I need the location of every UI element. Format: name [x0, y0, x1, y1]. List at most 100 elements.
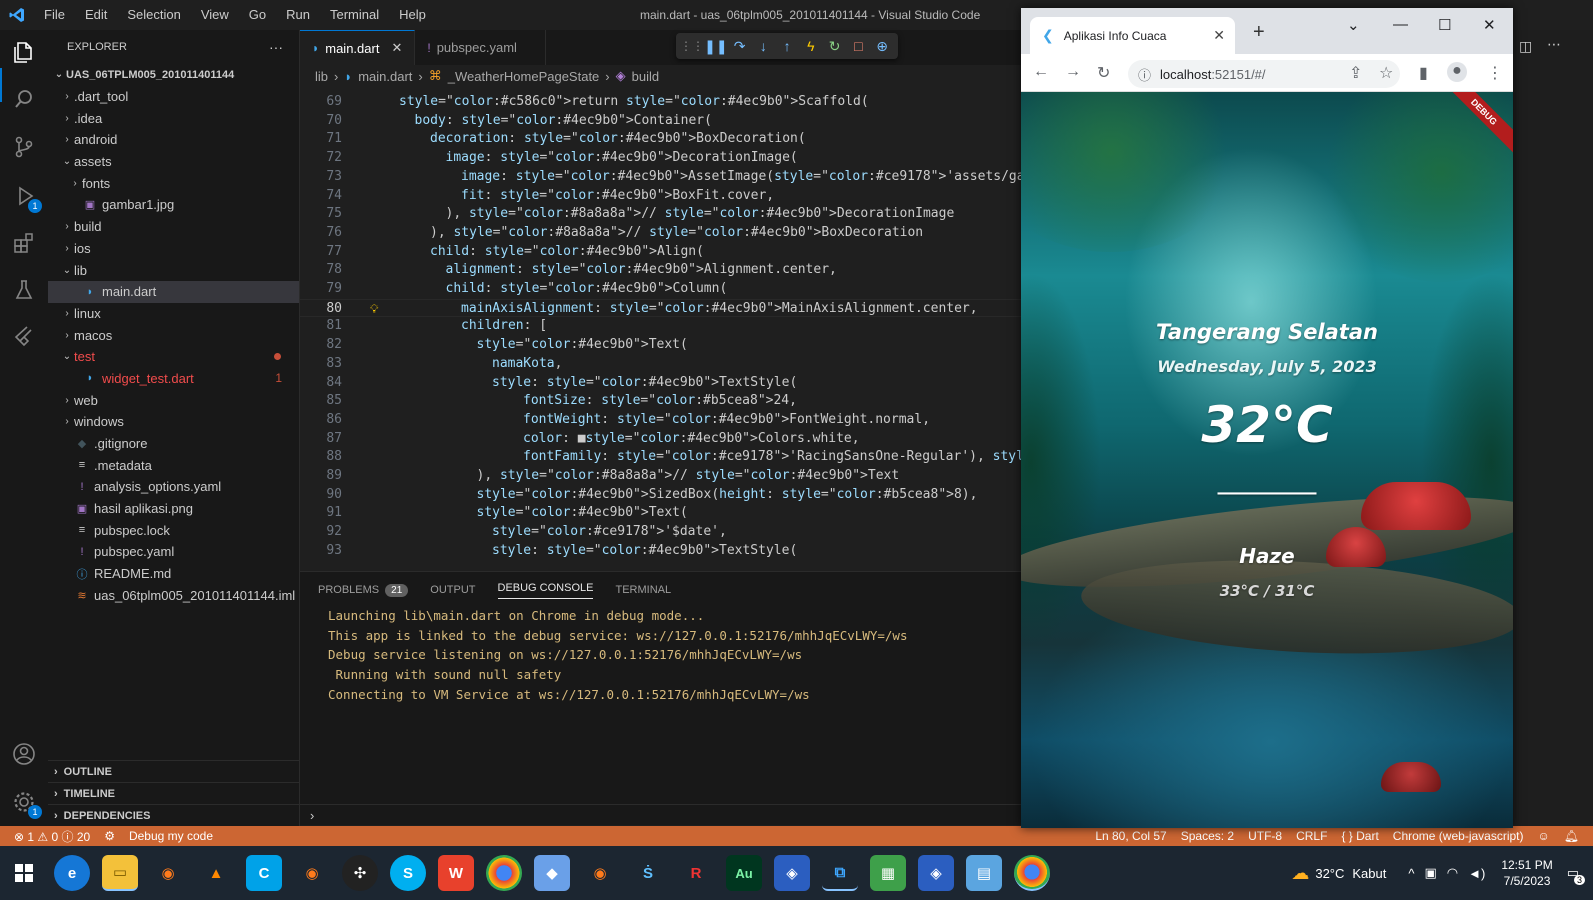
- code-line[interactable]: 75), style="color:#8a8a8a">// style="col…: [300, 205, 1022, 224]
- lightbulb-icon[interactable]: 💡︎: [370, 300, 378, 319]
- restart-icon[interactable]: ↻: [823, 38, 847, 55]
- search-icon[interactable]: [10, 85, 38, 113]
- tree-folder[interactable]: ⌄ test: [48, 346, 299, 368]
- tree-folder[interactable]: ⌄ assets: [48, 151, 299, 173]
- code-line[interactable]: 81 children: [: [300, 317, 1022, 336]
- code-line[interactable]: 87 color: ■style="color:#4ec9b0">Colors.w…: [300, 430, 1022, 449]
- editor-more-icon[interactable]: ⋯: [1547, 36, 1561, 53]
- close-tab-icon[interactable]: ✕: [391, 40, 402, 56]
- language-mode[interactable]: { } Dart: [1341, 829, 1378, 843]
- pause-icon[interactable]: ❚❚: [704, 38, 728, 55]
- step-into-icon[interactable]: ↓: [752, 38, 776, 54]
- step-over-icon[interactable]: ↷: [728, 38, 752, 55]
- volume-icon[interactable]: ◄): [1468, 866, 1485, 881]
- reload-icon[interactable]: ↻: [1097, 63, 1110, 83]
- devtools-icon[interactable]: ⊕: [870, 38, 894, 55]
- code-line[interactable]: 76), style="color:#8a8a8a">// style="col…: [300, 224, 1022, 243]
- tab-search-icon[interactable]: ⌄: [1347, 16, 1360, 34]
- file-explorer-icon[interactable]: ▭: [102, 855, 138, 891]
- tree-folder[interactable]: › .dart_tool: [48, 86, 299, 108]
- weather-sun-icon[interactable]: ☁: [1291, 863, 1309, 884]
- source-control-icon[interactable]: [10, 133, 38, 161]
- extensions-icon[interactable]: [10, 229, 38, 257]
- code-line[interactable]: 71 decoration: style="color:#4ec9b0">BoxD…: [300, 130, 1022, 149]
- panel-tab-output[interactable]: OUTPUT: [430, 584, 475, 596]
- close-tab-icon[interactable]: ✕: [1213, 27, 1225, 44]
- menu-view[interactable]: View: [191, 0, 239, 30]
- debug-console-input[interactable]: ›: [300, 804, 1022, 826]
- chrome-icon[interactable]: [486, 855, 522, 891]
- tree-file[interactable]: ◗ main.dart: [48, 280, 299, 303]
- site-info-icon[interactable]: ⓘ: [1138, 65, 1151, 84]
- maximize-button[interactable]: ☐: [1438, 16, 1451, 34]
- bookmark-star-icon[interactable]: ☆: [1379, 63, 1393, 83]
- panel-tab-problems[interactable]: PROBLEMS 21: [318, 583, 409, 597]
- menu-go[interactable]: Go: [239, 0, 276, 30]
- timeline-section[interactable]: › TIMELINE: [48, 782, 300, 804]
- menu-edit[interactable]: Edit: [75, 0, 117, 30]
- menu-help[interactable]: Help: [389, 0, 436, 30]
- code-line[interactable]: 84 style: style="color:#4ec9b0">TextStyle…: [300, 374, 1022, 393]
- code-line[interactable]: 92 style="color:#ce9178">'$date',: [300, 523, 1022, 542]
- run-debug-icon[interactable]: 1: [10, 182, 42, 213]
- spreadsheet-icon[interactable]: ▦: [870, 855, 906, 891]
- tree-folder[interactable]: › android: [48, 129, 299, 151]
- menu-file[interactable]: File: [34, 0, 75, 30]
- weather-desc[interactable]: Kabut: [1352, 866, 1386, 881]
- tree-folder[interactable]: › macos: [48, 324, 299, 346]
- code-line[interactable]: 83 namaKota,: [300, 355, 1022, 374]
- vpn-app-icon[interactable]: ◈: [918, 855, 954, 891]
- chrome-menu-icon[interactable]: ⋮: [1487, 63, 1503, 83]
- tab-main-dart[interactable]: ◗ main.dart ✕: [300, 30, 416, 65]
- tree-file[interactable]: ! pubspec.yaml: [48, 541, 299, 563]
- tray-chevron-up-icon[interactable]: ^: [1408, 866, 1414, 881]
- indentation[interactable]: Spaces: 2: [1181, 829, 1234, 843]
- side-panel-icon[interactable]: ▮: [1419, 63, 1428, 83]
- flutter-icon[interactable]: [10, 322, 38, 350]
- s-app-icon[interactable]: Ṡ: [630, 855, 666, 891]
- new-tab-button[interactable]: +: [1253, 21, 1265, 44]
- tree-folder[interactable]: › .idea: [48, 107, 299, 129]
- code-line[interactable]: 70 body: style="color:#4ec9b0">Container(: [300, 112, 1022, 131]
- tree-file[interactable]: ≋ uas_06tplm005_201011401144.iml: [48, 585, 299, 607]
- drag-handle-icon[interactable]: ⋮⋮: [680, 39, 704, 53]
- wifi-icon[interactable]: ◠: [1447, 865, 1458, 881]
- tree-folder[interactable]: › build: [48, 216, 299, 238]
- tree-file[interactable]: ! analysis_options.yaml: [48, 476, 299, 498]
- settings-gear-icon[interactable]: 1: [10, 788, 42, 819]
- debug-config-label[interactable]: Debug my code: [129, 829, 213, 843]
- tree-folder[interactable]: › web: [48, 389, 299, 411]
- minimize-button[interactable]: —: [1393, 16, 1408, 33]
- breadcrumb-file[interactable]: main.dart: [358, 69, 412, 84]
- chrome-active-icon[interactable]: [1014, 855, 1050, 891]
- problems-status[interactable]: ⊗ 1 ⚠ 0 ⓘ 20: [14, 828, 90, 845]
- code-line[interactable]: 69 style="color:#c586c0">return style="co…: [300, 93, 1022, 112]
- code-line[interactable]: 79 child: style="color:#4ec9b0">Column(: [300, 280, 1022, 299]
- close-window-button[interactable]: ✕: [1483, 16, 1496, 34]
- tree-file[interactable]: ◆ .gitignore: [48, 433, 299, 455]
- panel-tab-debug-console[interactable]: DEBUG CONSOLE: [497, 582, 594, 599]
- forward-icon[interactable]: →: [1065, 63, 1081, 81]
- code-line[interactable]: 90 style="color:#4ec9b0">SizedBox(height:…: [300, 486, 1022, 505]
- split-editor-icon[interactable]: ◫: [1519, 38, 1532, 55]
- code-line[interactable]: 89), style="color:#8a8a8a">// style="col…: [300, 467, 1022, 486]
- notification-center-icon[interactable]: ▭ 3: [1567, 865, 1585, 885]
- code-line[interactable]: 91 style="color:#4ec9b0">Text(: [300, 504, 1022, 523]
- dependencies-section[interactable]: › DEPENDENCIES: [48, 804, 300, 826]
- code-line[interactable]: 88 fontFamily: style="color:#ce9178">'Rac…: [300, 448, 1022, 467]
- windows-start-icon[interactable]: [6, 855, 42, 891]
- blender-icon[interactable]: ◉: [294, 855, 330, 891]
- code-line[interactable]: 78 alignment: style="color:#4ec9b0">Align…: [300, 261, 1022, 280]
- account-icon[interactable]: [10, 740, 38, 768]
- code-line[interactable]: 93 style: style="color:#4ec9b0">TextStyle…: [300, 542, 1022, 561]
- vscode-taskbar-icon[interactable]: ⧉: [822, 855, 858, 891]
- breadcrumb-lib[interactable]: lib: [315, 69, 328, 84]
- menu-run[interactable]: Run: [276, 0, 320, 30]
- line-ending[interactable]: CRLF: [1296, 829, 1327, 843]
- outline-section[interactable]: › OUTLINE: [48, 760, 300, 782]
- code-line[interactable]: 73 image: style="color:#4ec9b0">AssetImag…: [300, 168, 1022, 187]
- davinci-resolve-icon[interactable]: ✣: [342, 855, 378, 891]
- cursor-position[interactable]: Ln 80, Col 57: [1095, 829, 1166, 843]
- code-line[interactable]: 86 fontWeight: style="color:#4ec9b0">Font…: [300, 411, 1022, 430]
- wps-office-icon[interactable]: W: [438, 855, 474, 891]
